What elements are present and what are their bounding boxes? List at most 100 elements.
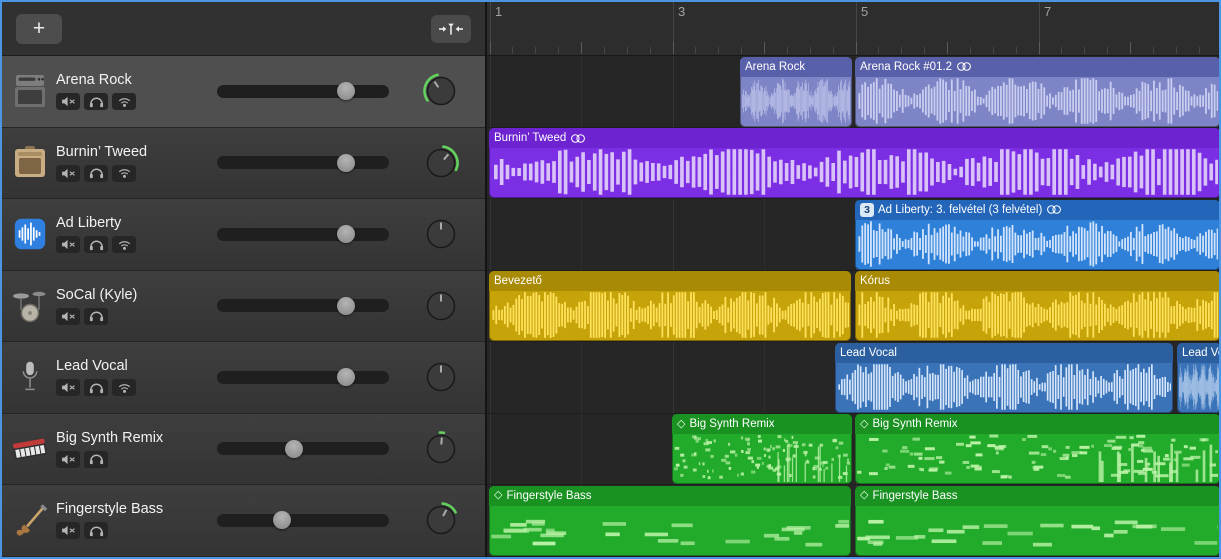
mute-button[interactable] [56, 379, 80, 396]
pan-knob[interactable] [421, 214, 461, 254]
input-monitoring-button[interactable] [112, 379, 136, 396]
volume-slider[interactable] [217, 156, 389, 169]
volume-thumb[interactable] [285, 440, 303, 458]
pan-knob[interactable] [421, 429, 461, 469]
input-monitoring-button[interactable] [112, 165, 136, 182]
track-header-arena-rock[interactable]: Arena Rock [2, 56, 485, 128]
pan-knob[interactable] [421, 71, 461, 111]
volume-thumb[interactable] [337, 297, 355, 315]
midi-notes [491, 506, 849, 554]
volume-thumb[interactable] [337, 225, 355, 243]
lane-lead-vocal: Lead Vocal Lead Vocal [487, 342, 1219, 414]
volume-slider[interactable] [217, 371, 389, 384]
region-ad-liberty[interactable]: 3 Ad Liberty: 3. felvétel (3 felvétel) [855, 200, 1219, 270]
input-monitoring-button[interactable] [112, 236, 136, 253]
diamond-icon: ◇ [494, 490, 502, 501]
region-label: Bevezető [494, 275, 542, 287]
region-arena-rock-2[interactable]: Arena Rock #01.2 [855, 57, 1219, 127]
pan-knob[interactable] [421, 143, 461, 183]
volume-slider[interactable] [217, 442, 389, 455]
headphones-icon [89, 239, 104, 251]
solo-button[interactable] [84, 308, 108, 325]
region-body [837, 363, 1171, 411]
volume-slider[interactable] [217, 228, 389, 241]
track-buttons [56, 165, 192, 182]
mute-button[interactable] [56, 308, 80, 325]
mute-button[interactable] [56, 93, 80, 110]
region-header: ◇ Big Synth Remix [855, 414, 1219, 434]
catch-playhead-button[interactable] [431, 15, 471, 43]
track-header-lead-vocal[interactable]: Lead Vocal [2, 342, 485, 414]
track-main: Burnin’ Tweed [56, 144, 192, 182]
track-header-socal-kyle[interactable]: SoCal (Kyle) [2, 271, 485, 343]
catch-playhead-icon [438, 22, 464, 36]
region-bevezeto[interactable]: Bevezető [489, 271, 851, 341]
region-body [491, 291, 849, 339]
track-header-burnin-tweed[interactable]: Burnin’ Tweed [2, 128, 485, 200]
volume-thumb[interactable] [337, 368, 355, 386]
track-header-fingerstyle-bass[interactable]: Fingerstyle Bass [2, 485, 485, 557]
region-korus[interactable]: Kórus [855, 271, 1219, 341]
pan-knob[interactable] [421, 500, 461, 540]
volume-slider[interactable] [217, 299, 389, 312]
track-header-toolbar: + [2, 2, 485, 56]
mute-button[interactable] [56, 522, 80, 539]
region-lead-vocal-2[interactable]: Lead Vocal [1177, 343, 1219, 413]
audio-waveform [491, 291, 849, 339]
mute-button[interactable] [56, 236, 80, 253]
audio-waveform [1179, 363, 1219, 411]
region-lead-vocal-1[interactable]: Lead Vocal [835, 343, 1173, 413]
solo-button[interactable] [84, 451, 108, 468]
track-buttons [56, 236, 192, 253]
region-label: Ad Liberty: 3. felvétel (3 felvétel) [878, 204, 1042, 216]
region-fingerstyle-bass-2[interactable]: ◇ Fingerstyle Bass [855, 486, 1219, 556]
pan-knob[interactable] [421, 357, 461, 397]
audio-waveform [857, 220, 1218, 268]
solo-button[interactable] [84, 522, 108, 539]
region-body [857, 291, 1218, 339]
volume-slider[interactable] [217, 514, 389, 527]
input-monitoring-icon [117, 239, 132, 251]
volume-slider[interactable] [217, 85, 389, 98]
volume-thumb[interactable] [273, 511, 291, 529]
add-track-button[interactable]: + [16, 14, 62, 44]
solo-button[interactable] [84, 379, 108, 396]
solo-button[interactable] [84, 165, 108, 182]
take-number-badge: 3 [860, 203, 874, 217]
track-main: Big Synth Remix [56, 430, 192, 468]
track-header-big-synth-remix[interactable]: Big Synth Remix [2, 414, 485, 486]
region-arena-rock-1[interactable]: Arena Rock [740, 57, 852, 127]
mute-button[interactable] [56, 165, 80, 182]
track-buttons [56, 451, 192, 468]
speaker-mute-icon [61, 168, 76, 179]
region-fingerstyle-bass-1[interactable]: ◇ Fingerstyle Bass [489, 486, 851, 556]
speaker-mute-icon [61, 96, 76, 107]
audio-waveform-icon [8, 211, 52, 257]
volume-thumb[interactable] [337, 154, 355, 172]
region-burnin-tweed[interactable]: Burnin’ Tweed [489, 128, 1219, 198]
stereo-circles-icon [570, 133, 586, 144]
track-name: Big Synth Remix [56, 430, 192, 446]
solo-button[interactable] [84, 93, 108, 110]
beat-ruler[interactable]: 1 3 5 7 [487, 2, 1219, 56]
track-main: Fingerstyle Bass [56, 501, 192, 539]
volume-thumb[interactable] [337, 82, 355, 100]
solo-button[interactable] [84, 236, 108, 253]
region-header: Bevezető [489, 271, 851, 291]
headphones-icon [89, 310, 104, 322]
speaker-mute-icon [61, 382, 76, 393]
speaker-mute-icon [61, 454, 76, 465]
track-main: Arena Rock [56, 72, 192, 110]
track-name: Fingerstyle Bass [56, 501, 192, 517]
input-monitoring-button[interactable] [112, 93, 136, 110]
track-header-ad-liberty[interactable]: Ad Liberty [2, 199, 485, 271]
region-big-synth-remix-1[interactable]: ◇ Big Synth Remix [672, 414, 852, 484]
region-header: Lead Vocal [835, 343, 1173, 363]
mute-button[interactable] [56, 451, 80, 468]
region-big-synth-remix-2[interactable]: ◇ Big Synth Remix [855, 414, 1219, 484]
region-body [857, 434, 1218, 482]
lane-big-synth-remix: ◇ Big Synth Remix ◇ Big Synth Remix [487, 414, 1219, 486]
pan-knob[interactable] [421, 286, 461, 326]
region-label: Arena Rock [745, 61, 805, 73]
region-header: 3 Ad Liberty: 3. felvétel (3 felvétel) [855, 200, 1219, 220]
